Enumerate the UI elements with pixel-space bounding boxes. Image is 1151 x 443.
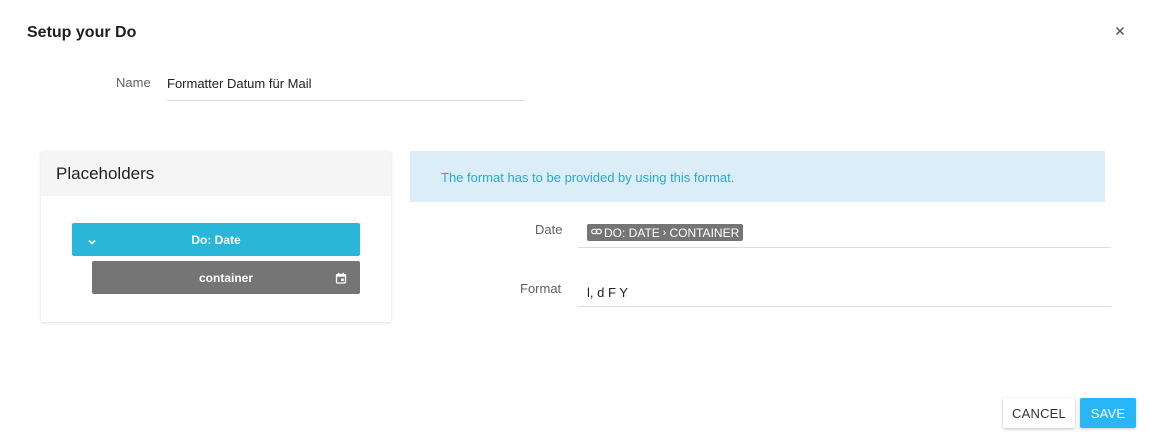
date-field[interactable]: DO: DATE › CONTAINER — [578, 218, 1111, 248]
placeholders-title: Placeholders — [41, 151, 391, 196]
date-label: Date — [535, 222, 563, 237]
chip-part-container: CONTAINER — [669, 225, 740, 240]
placeholder-item-label: container — [198, 271, 253, 285]
save-button[interactable]: SAVE — [1080, 398, 1136, 428]
chip-separator: › — [662, 226, 667, 239]
format-input[interactable] — [587, 282, 1087, 302]
calendar-icon — [335, 271, 347, 289]
name-input[interactable] — [167, 68, 525, 98]
placeholder-group-label: Do: Date — [191, 233, 241, 247]
placeholders-panel: Placeholders Do: Date container — [41, 151, 391, 322]
link-icon — [591, 226, 602, 240]
format-field-wrapper — [578, 276, 1111, 307]
dialog-title: Setup your Do — [27, 24, 137, 41]
placeholder-group-do-date[interactable]: Do: Date — [72, 223, 360, 256]
chip-part-do-date: DO: DATE — [604, 225, 660, 240]
format-label: Format — [520, 281, 562, 296]
placeholder-chip[interactable]: DO: DATE › CONTAINER — [587, 224, 744, 241]
close-icon[interactable] — [1113, 24, 1129, 40]
info-banner: The format has to be provided by using t… — [410, 151, 1105, 202]
cancel-button[interactable]: CANCEL — [1003, 398, 1075, 428]
placeholder-item-container[interactable]: container — [92, 261, 360, 294]
setup-dialog: Setup your Do Name Placeholders Do: Date… — [0, 0, 1151, 443]
name-label: Name — [116, 75, 151, 90]
name-field-wrapper — [167, 68, 525, 101]
